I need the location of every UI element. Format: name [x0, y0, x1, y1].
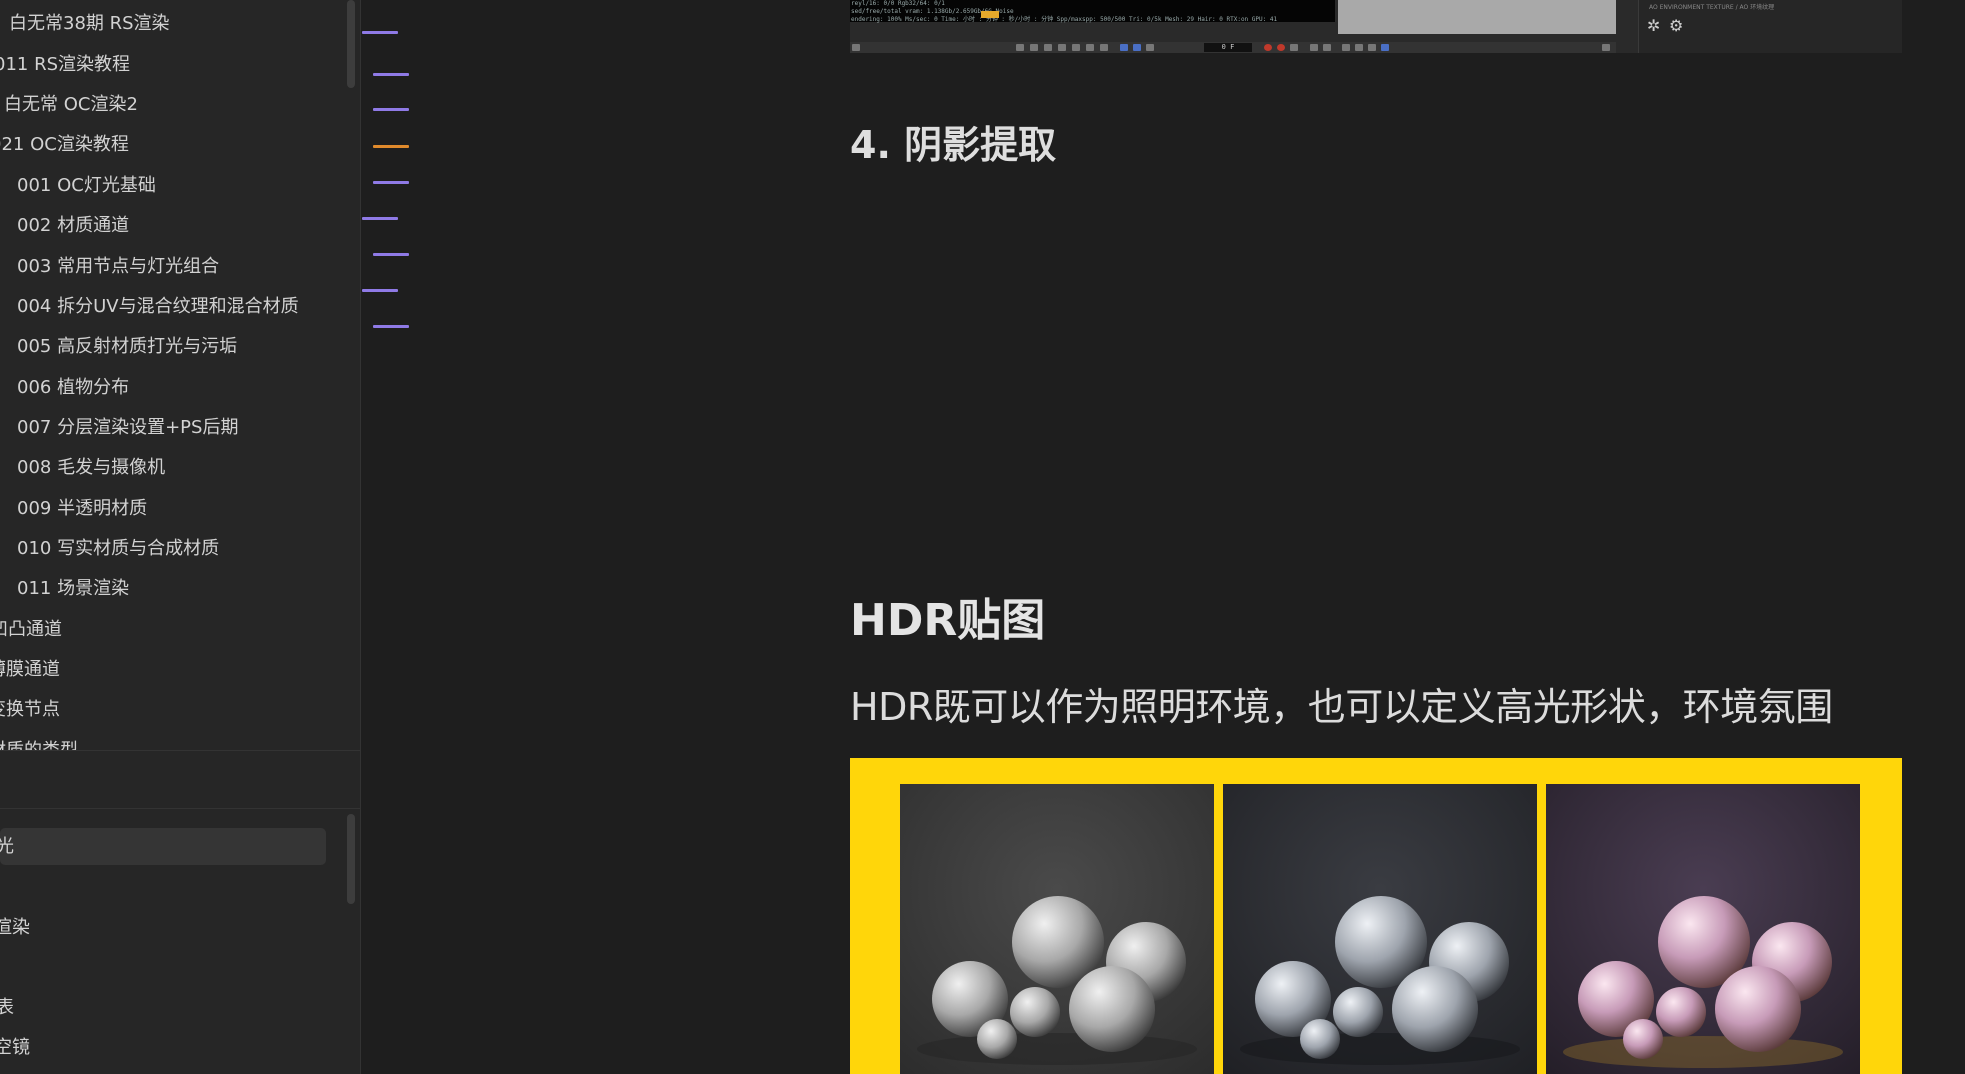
spheres-image	[1546, 784, 1860, 1074]
prev-frame-icon	[1044, 44, 1052, 51]
sound-icon	[1146, 44, 1154, 51]
tree-item[interactable]: 变换节点	[0, 695, 60, 725]
last-frame-icon	[1100, 44, 1108, 51]
tree-item[interactable]: 007 分层渲染设置+PS后期	[17, 413, 238, 443]
tree-item[interactable]: 白无常 OC渲染2	[4, 90, 138, 120]
tree-item[interactable]: 006 植物分布	[17, 373, 129, 403]
timecode-field: 0 F	[1204, 43, 1252, 52]
viewport-grey	[1338, 0, 1616, 34]
heading-shadow-extract: 4. 阴影提取	[850, 123, 1057, 167]
tree-item[interactable]: 004 拆分UV与混合纹理和混合材质	[17, 292, 299, 322]
tree-scrollbar[interactable]	[347, 0, 355, 88]
grid-icon	[1368, 44, 1376, 51]
loop-icon	[1120, 44, 1128, 51]
render-panel-cool	[1223, 784, 1537, 1074]
tree-item[interactable]: 薄膜通道	[0, 655, 60, 685]
tree-item[interactable]: 001 OC灯光基础	[17, 171, 156, 201]
document-content: reyl/16: 0/0 Rgb32/64: 0/1 sed/free/tota…	[362, 0, 1965, 1074]
first-frame-icon	[1016, 44, 1024, 51]
pla-icon	[1355, 44, 1363, 51]
render-status: reyl/16: 0/0 Rgb32/64: 0/1 sed/free/tota…	[850, 0, 1335, 34]
sidebar-divider	[0, 808, 360, 809]
attribute-panel: AO ENVIRONMENT TEXTURE / AO 环境纹理 ✲ ⚙	[1638, 0, 1902, 53]
tree-item[interactable]: 凹凸通道	[0, 615, 62, 645]
sidebar-divider	[0, 750, 360, 751]
dope-icon	[1381, 44, 1389, 51]
tree-item[interactable]: 011 RS渲染教程	[0, 50, 130, 80]
gear-icon: ✲	[1647, 16, 1661, 35]
list-scrollbar[interactable]	[347, 814, 355, 904]
tree-item[interactable]: 021 OC渲染教程	[0, 130, 129, 160]
timeline-bar: 0 F	[850, 42, 1616, 53]
tree-item[interactable]: 008 毛发与摄像机	[17, 453, 165, 483]
status-accent	[981, 11, 999, 18]
paragraph-hdr: HDR既可以作为照明环境，也可以定义高光形状，环境氛围	[850, 685, 1833, 729]
render-panel-grey	[900, 784, 1214, 1074]
key-icon	[1290, 44, 1298, 51]
rotate-icon	[1323, 44, 1331, 51]
file-tree: 白无常38期 RS渲染 011 RS渲染教程 白无常 OC渲染2 021 OC渲…	[0, 0, 345, 750]
tree-item[interactable]: 白无常38期 RS渲染	[9, 9, 170, 39]
render-panel-warm	[1546, 784, 1860, 1074]
expand-icon	[1602, 44, 1610, 51]
sync-icon	[1133, 44, 1141, 51]
list-item[interactable]: 空镜	[0, 1033, 30, 1063]
tree-item[interactable]: 003 常用节点与灯光组合	[17, 252, 219, 282]
list-item[interactable]: 渲染	[0, 913, 30, 943]
autokey-icon	[1277, 44, 1285, 51]
tree-item[interactable]: 005 高反射材质打光与污垢	[17, 332, 237, 362]
tree-item[interactable]: 002 材质通道	[17, 211, 129, 241]
param-icon	[1342, 44, 1350, 51]
tree-item[interactable]: 009 半透明材质	[17, 494, 147, 524]
tree-item[interactable]: 011 场景渲染	[17, 574, 129, 604]
node-icon: ⚙	[1669, 16, 1684, 35]
selected-list-item-bg[interactable]	[0, 828, 326, 865]
next-key-icon	[1086, 44, 1094, 51]
play-icon	[1058, 44, 1066, 51]
list-item[interactable]: 表	[0, 993, 14, 1023]
spheres-image	[1223, 784, 1537, 1074]
spheres-image	[900, 784, 1214, 1074]
record-icon	[1264, 44, 1272, 51]
status-line: sed/free/total vram: 1.138Gb/2.659Gb/6G …	[851, 8, 1014, 15]
prev-key-icon	[1030, 44, 1038, 51]
app-window: 白无常38期 RS渲染 011 RS渲染教程 白无常 OC渲染2 021 OC渲…	[0, 0, 1965, 1074]
status-line: reyl/16: 0/0 Rgb32/64: 0/1	[851, 0, 945, 7]
home-icon	[852, 44, 860, 51]
heading-hdr: HDR贴图	[850, 595, 1046, 646]
sidebar: 白无常38期 RS渲染 011 RS渲染教程 白无常 OC渲染2 021 OC渲…	[0, 0, 361, 1074]
list-item[interactable]: 光	[0, 832, 14, 862]
embedded-screenshot: reyl/16: 0/0 Rgb32/64: 0/1 sed/free/tota…	[850, 0, 1902, 53]
panel-label: AO ENVIRONMENT TEXTURE / AO 环境纹理	[1649, 4, 1775, 11]
hdr-example-figure	[850, 758, 1902, 1074]
tree-item[interactable]: 010 写实材质与合成材质	[17, 534, 219, 564]
tree-item[interactable]: 材质的类型	[0, 736, 78, 750]
status-line: endering: 100% Ms/sec: 0 Time: 小时 : 分钟 :…	[851, 16, 1278, 23]
next-frame-icon	[1072, 44, 1080, 51]
move-icon	[1310, 44, 1318, 51]
